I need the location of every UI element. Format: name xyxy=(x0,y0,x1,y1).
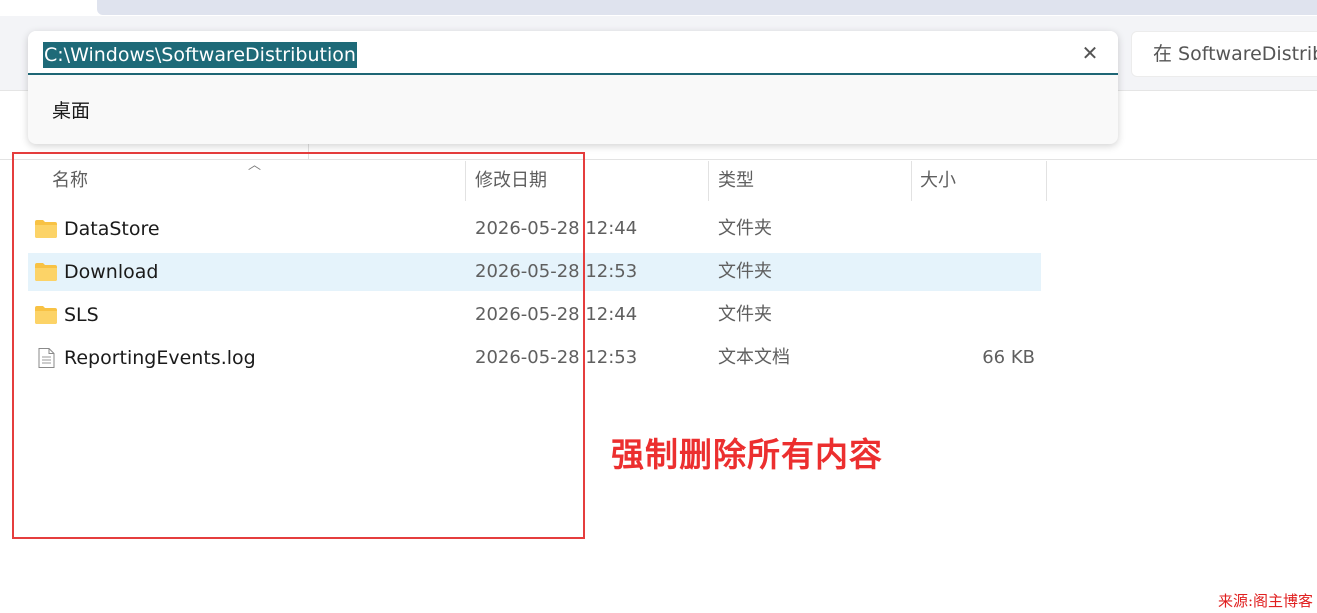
tab-strip xyxy=(0,0,1317,16)
file-type: 文件夹 xyxy=(718,218,772,239)
file-type: 文件夹 xyxy=(718,304,772,325)
search-input[interactable]: 在 SoftwareDistribution 中搜索 xyxy=(1131,31,1317,77)
watermark: 来源:阁主博客 xyxy=(1217,592,1313,610)
highlight-box xyxy=(12,152,585,539)
file-type: 文件夹 xyxy=(718,261,772,282)
close-icon[interactable]: ✕ xyxy=(1078,41,1102,65)
address-dropdown: C:\Windows\SoftwareDistribution ✕ 桌面 xyxy=(28,31,1118,144)
address-path-text[interactable]: C:\Windows\SoftwareDistribution xyxy=(43,42,357,68)
annotation-text: 强制删除所有内容 xyxy=(611,435,883,474)
column-header-type[interactable]: 类型 xyxy=(710,161,910,201)
address-suggestion-desktop[interactable]: 桌面 xyxy=(28,91,1118,131)
active-tab[interactable] xyxy=(97,0,1317,15)
column-separator[interactable] xyxy=(708,161,709,201)
column-separator[interactable] xyxy=(1046,161,1047,201)
file-type: 文本文档 xyxy=(718,347,790,368)
file-size: 66 KB xyxy=(982,347,1035,368)
column-header-size[interactable]: 大小 xyxy=(912,161,1046,201)
address-input[interactable]: C:\Windows\SoftwareDistribution ✕ xyxy=(28,31,1118,75)
